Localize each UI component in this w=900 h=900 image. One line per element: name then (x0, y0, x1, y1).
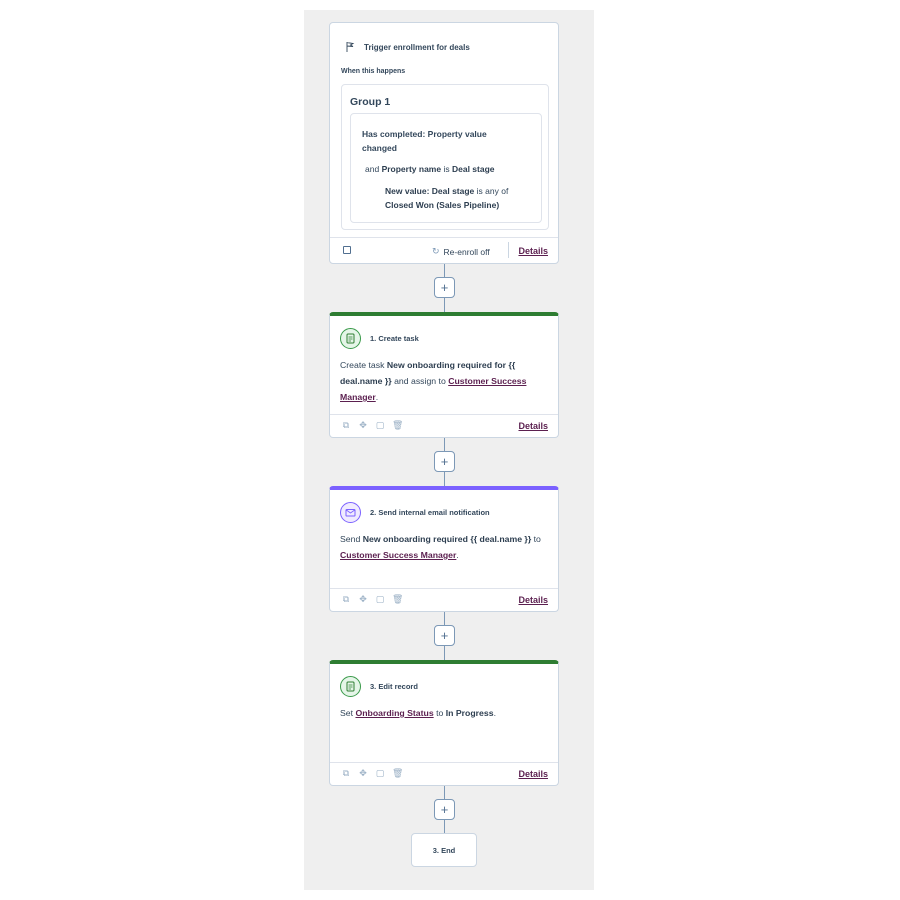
step-footer: ⧉ ✥ ▢ 🗑 Details (330, 762, 558, 786)
step-details-link[interactable]: Details (518, 595, 548, 605)
move-icon[interactable]: ✥ (358, 768, 368, 778)
step-title: 2. Send internal email notification (370, 508, 490, 517)
step-toolbar: ⧉ ✥ ▢ 🗑 (341, 594, 404, 604)
clone-icon[interactable]: ▢ (375, 420, 385, 430)
step-card-create-task[interactable]: 1. Create task Create task New onboardin… (329, 312, 559, 438)
add-action-button[interactable]: + (434, 625, 455, 646)
condition-3: New value: Deal stage is any of Closed W… (385, 186, 509, 210)
copy-icon[interactable]: ⧉ (341, 594, 351, 604)
delete-icon[interactable]: 🗑 (392, 594, 403, 604)
delete-icon[interactable]: 🗑 (392, 420, 403, 430)
step-footer: ⧉ ✥ ▢ 🗑 Details (330, 414, 558, 438)
add-action-button[interactable]: + (434, 451, 455, 472)
step-toolbar: ⧉ ✥ ▢ 🗑 (341, 420, 404, 430)
reenroll-toggle[interactable]: ↻ Re-enroll off (432, 246, 490, 257)
group-title: Group 1 (350, 96, 391, 108)
add-action-button[interactable]: + (434, 277, 455, 298)
clone-icon[interactable]: ▢ (375, 768, 385, 778)
step-header: 2. Send internal email notification (340, 502, 490, 523)
delete-icon[interactable]: 🗑 (392, 768, 403, 778)
copy-icon[interactable]: ⧉ (341, 420, 351, 430)
email-icon (340, 502, 361, 523)
trigger-details-link[interactable]: Details (518, 246, 548, 256)
add-action-button[interactable]: + (434, 799, 455, 820)
step-title: 1. Create task (370, 334, 419, 343)
refresh-icon: ↻ (432, 246, 440, 256)
step-header: 3. Edit record (340, 676, 418, 697)
condition-1: Has completed: Property value changed (362, 129, 487, 153)
divider (508, 242, 509, 258)
step-toolbar: ⧉ ✥ ▢ 🗑 (341, 768, 404, 778)
clone-icon[interactable]: ▢ (375, 594, 385, 604)
move-icon[interactable]: ✥ (358, 420, 368, 430)
step-details-link[interactable]: Details (518, 421, 548, 431)
condition-box[interactable]: Has completed: Property value changed an… (350, 113, 542, 223)
task-icon (340, 328, 361, 349)
trigger-footer: ↻ Re-enroll off Details (330, 237, 558, 263)
copy-icon[interactable]: ⧉ (341, 768, 351, 778)
when-label: When this happens (341, 68, 406, 75)
trigger-card[interactable]: Trigger enrollment for deals When this h… (329, 22, 559, 264)
step-card-send-email[interactable]: 2. Send internal email notification Send… (329, 486, 559, 612)
trigger-title: Trigger enrollment for deals (364, 42, 470, 52)
step-details-link[interactable]: Details (518, 769, 548, 779)
step-header: 1. Create task (340, 328, 419, 349)
step-description: Create task New onboarding required for … (340, 360, 527, 402)
flag-icon (346, 42, 355, 52)
step-card-edit-record[interactable]: 3. Edit record Set Onboarding Status to … (329, 660, 559, 786)
property-link[interactable]: Onboarding Status (355, 708, 433, 718)
condition-group[interactable]: Group 1 Has completed: Property value ch… (341, 84, 549, 230)
trigger-checkbox[interactable] (343, 246, 351, 254)
step-footer: ⧉ ✥ ▢ 🗑 Details (330, 588, 558, 612)
step-title: 3. Edit record (370, 682, 418, 691)
trigger-header: Trigger enrollment for deals (344, 41, 470, 53)
condition-2: and Property name is Deal stage (365, 164, 495, 174)
record-icon (340, 676, 361, 697)
reenroll-label: Re-enroll off (443, 246, 490, 257)
move-icon[interactable]: ✥ (358, 594, 368, 604)
step-description: Send New onboarding required {{ deal.nam… (340, 534, 541, 560)
step-description: Set Onboarding Status to In Progress. (340, 708, 496, 718)
end-node: 3. End (411, 833, 477, 867)
recipient-link[interactable]: Customer Success Manager (340, 550, 456, 560)
